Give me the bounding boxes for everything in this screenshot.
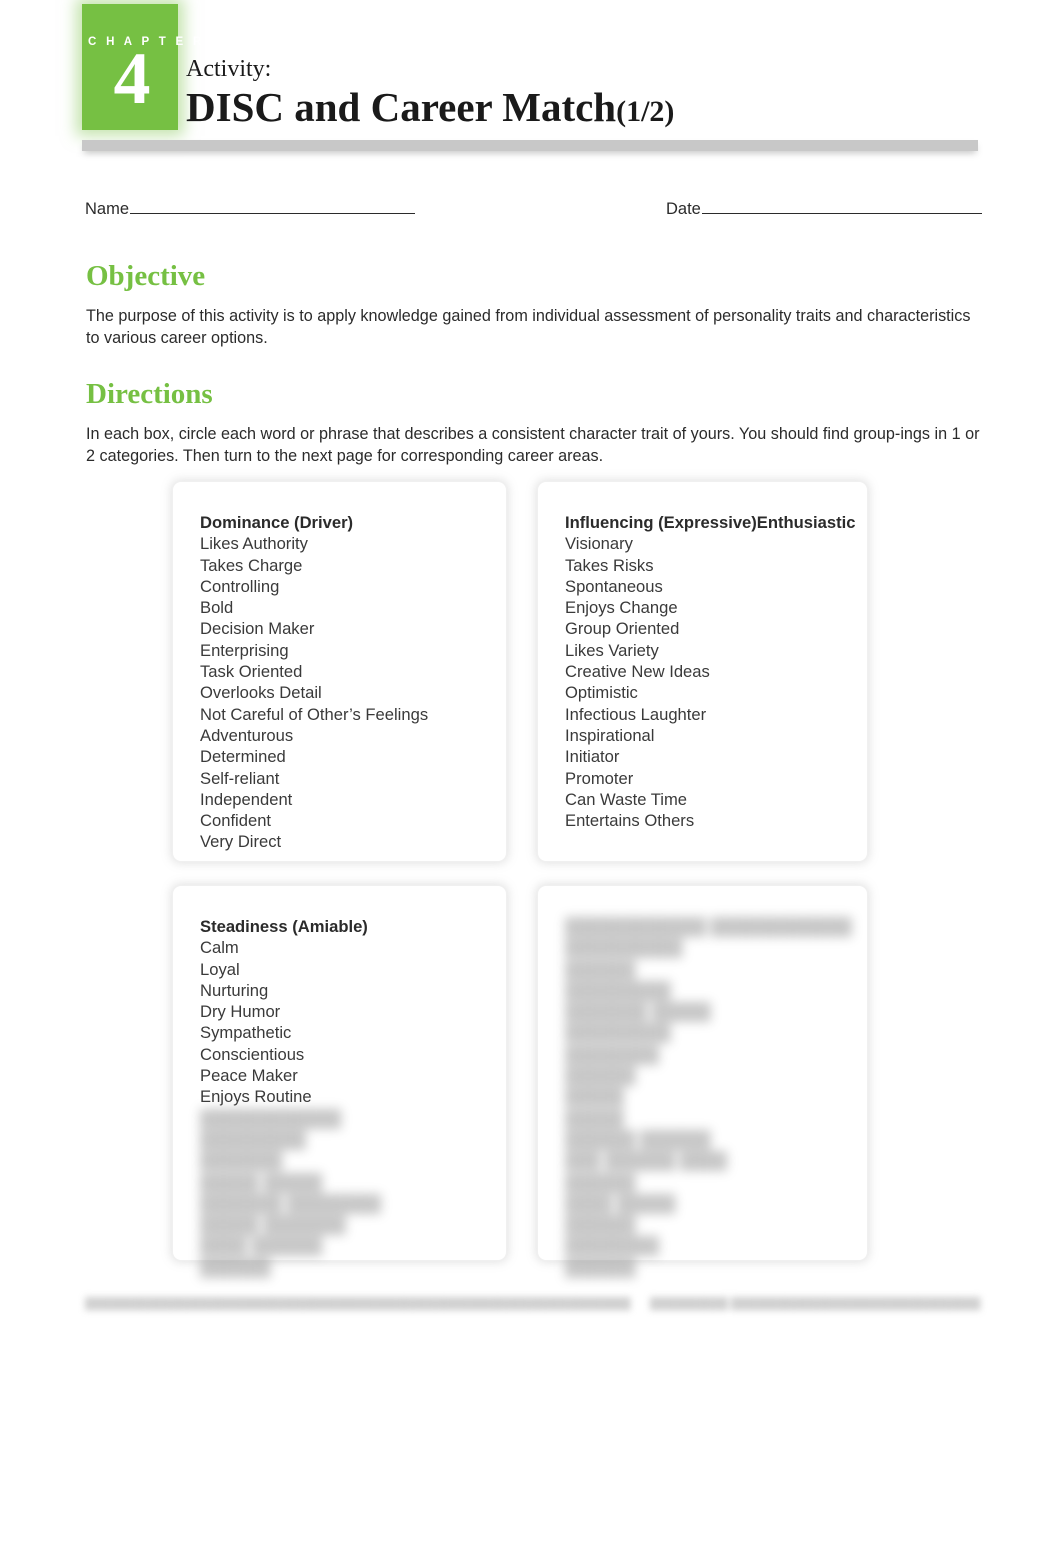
trait-item[interactable]: Sympathetic [200, 1022, 496, 1043]
trait-item[interactable]: █████ [565, 1108, 857, 1129]
directions-heading: Directions [86, 378, 213, 410]
trait-item[interactable]: ████████████ [200, 1108, 496, 1129]
trait-item[interactable]: Self-reliant [200, 768, 496, 789]
chapter-number-label: 4 [113, 38, 151, 120]
trait-list-redacted: ████████████ █████████ ███████ █████ █████ █… [200, 1108, 496, 1278]
trait-item[interactable]: Conscientious [200, 1044, 496, 1065]
activity-label: Activity: [186, 56, 272, 82]
trait-item[interactable]: Spontaneous [565, 576, 857, 597]
trait-item[interactable]: ██████ [565, 1257, 857, 1278]
trait-list: Calm Loyal Nurturing Dry Humor Sympathetic Co… [200, 937, 496, 1107]
trait-item[interactable]: Likes Authority [200, 533, 496, 554]
trait-item[interactable]: Enjoys Routine [200, 1086, 496, 1107]
trait-item[interactable]: Controlling [200, 576, 496, 597]
trait-item[interactable]: Likes Variety [565, 640, 857, 661]
trait-item[interactable]: Not Careful of Other’s Feelings [200, 704, 496, 725]
trait-box-steadiness[interactable]: Steadiness (Amiable) Calm Loyal Nurturing D… [172, 885, 507, 1277]
trait-item[interactable]: Inspirational [565, 725, 857, 746]
trait-item[interactable]: ███████ █████ [565, 1001, 857, 1022]
trait-item[interactable]: Very Direct [200, 831, 496, 852]
trait-item[interactable]: Calm [200, 937, 496, 958]
name-label: Name [85, 200, 130, 218]
trait-item[interactable]: Creative New Ideas [565, 661, 857, 682]
footer-left-text: ████████████████████████████████████████… [85, 1298, 631, 1310]
trait-item[interactable]: Bold [200, 597, 496, 618]
trait-item[interactable]: ███████ [200, 1150, 496, 1171]
trait-list: Visionary Takes Risks Spontaneous Enjoys Ch… [565, 533, 857, 831]
trait-item[interactable]: █████████ [200, 1129, 496, 1150]
trait-item[interactable]: ██████ [565, 1214, 857, 1235]
page-fraction-label: (1/2) [616, 95, 675, 128]
trait-item[interactable]: ██████ [565, 1065, 857, 1086]
trait-item[interactable]: Takes Charge [200, 555, 496, 576]
trait-box-dominance[interactable]: Dominance (Driver) Likes Authority Takes … [172, 481, 507, 862]
trait-item[interactable]: █████ █████ [200, 1172, 496, 1193]
date-input-rule[interactable] [701, 200, 982, 214]
trait-item[interactable]: Optimistic [565, 682, 857, 703]
trait-item[interactable]: Infectious Laughter [565, 704, 857, 725]
trait-item[interactable]: Independent [200, 789, 496, 810]
directions-body: In each box, circle each word or phrase … [86, 425, 980, 465]
trait-list-redacted: ██████████ ██████ █████████ ███████ █████ ██… [565, 937, 857, 1278]
trait-item[interactable]: ████████ [565, 1235, 857, 1256]
trait-box-influencing[interactable]: Influencing (Expressive)Enthusiastic Vis… [537, 481, 868, 862]
trait-item[interactable]: Enjoys Change [565, 597, 857, 618]
trait-list: Likes Authority Takes Charge Controlling Bo… [200, 533, 496, 852]
page-title: DISC and Career Match(1/2) [186, 87, 674, 128]
trait-item[interactable]: Determined [200, 746, 496, 767]
trait-item[interactable]: Confident [200, 810, 496, 831]
worksheet-page: C H A P T E R 4 Activity: DISC and Caree… [0, 0, 1062, 1556]
date-field[interactable]: Date [666, 200, 982, 219]
trait-box-title: Steadiness (Amiable) [200, 917, 368, 936]
name-field[interactable]: Name [85, 200, 416, 219]
trait-box-title: Dominance (Driver) [200, 513, 354, 532]
trait-item[interactable]: Peace Maker [200, 1065, 496, 1086]
trait-item[interactable]: █████ [565, 1086, 857, 1107]
objective-body: The purpose of this activity is to apply… [86, 307, 971, 347]
trait-item[interactable]: ██████ ██████ [565, 1129, 857, 1150]
trait-item[interactable]: Promoter [565, 768, 857, 789]
name-input-rule[interactable] [130, 200, 416, 214]
header-divider [82, 140, 978, 151]
trait-item[interactable]: Group Oriented [565, 618, 857, 639]
trait-item[interactable]: ██████ [565, 1172, 857, 1193]
trait-item[interactable]: ███████ ████████ [200, 1193, 496, 1214]
trait-item[interactable]: Decision Maker [200, 618, 496, 639]
trait-item[interactable]: Visionary [565, 533, 857, 554]
trait-box-title: ████████████ ████████████ [565, 917, 852, 936]
trait-item[interactable]: Adventurous [200, 725, 496, 746]
trait-item[interactable]: ████ █████ [565, 1193, 857, 1214]
trait-item[interactable]: █████ ███████ [200, 1214, 496, 1235]
name-date-row: Name Date [85, 200, 982, 230]
trait-box-grid: Dominance (Driver) Likes Authority Takes … [172, 481, 872, 1277]
trait-item[interactable]: Loyal [200, 959, 496, 980]
trait-item[interactable]: Can Waste Time [565, 789, 857, 810]
trait-item[interactable]: █████████ [565, 1022, 857, 1043]
trait-item[interactable]: █████████ [565, 980, 857, 1001]
trait-item[interactable]: Takes Risks [565, 555, 857, 576]
trait-item[interactable]: ██████ [565, 959, 857, 980]
page-footer: ████████████████████████████████████████… [85, 1298, 981, 1320]
trait-item[interactable]: Enterprising [200, 640, 496, 661]
trait-item[interactable]: Dry Humor [200, 1001, 496, 1022]
trait-item[interactable]: Nurturing [200, 980, 496, 1001]
date-label: Date [666, 200, 701, 218]
trait-item[interactable]: Overlooks Detail [200, 682, 496, 703]
trait-item[interactable]: ██████████ [565, 937, 857, 958]
trait-item[interactable]: Task Oriented [200, 661, 496, 682]
trait-item[interactable]: ███ ██████ ████ [565, 1150, 857, 1171]
trait-item[interactable]: ██████ [200, 1257, 496, 1278]
footer-right-text: ██████████ █████████████████████████████… [650, 1298, 981, 1310]
trait-item[interactable]: Entertains Others [565, 810, 857, 831]
trait-item[interactable]: Initiator [565, 746, 857, 767]
objective-heading: Objective [86, 260, 206, 292]
trait-box-conscientiousness[interactable]: ████████████ ████████████ ██████████ ████… [537, 885, 868, 1277]
page-title-text: DISC and Career Match [186, 84, 617, 130]
page-header: C H A P T E R 4 Activity: DISC and Caree… [0, 0, 1062, 172]
trait-item[interactable]: ████████ [565, 1044, 857, 1065]
trait-item[interactable]: ████ ██████ [200, 1235, 496, 1256]
trait-box-title: Influencing (Expressive)Enthusiastic [565, 513, 856, 532]
